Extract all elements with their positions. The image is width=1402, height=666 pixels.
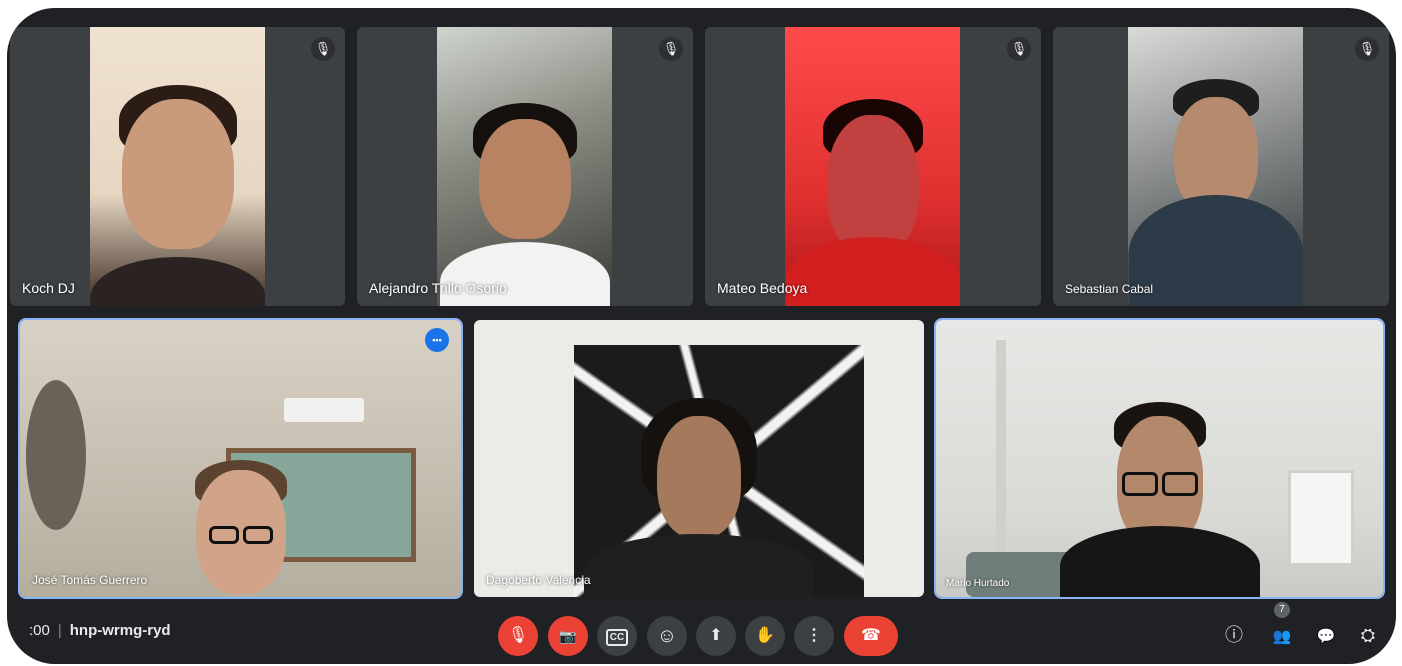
participant-name: Dagoberto Valencia xyxy=(486,573,591,587)
video-feed xyxy=(936,320,1383,597)
present-screen-icon: ⬆ xyxy=(709,627,723,644)
participant-name: Koch DJ xyxy=(22,280,75,296)
meet-window: Koch DJ 🎙 Alejandro Trillo Osorio 🎙 Mate… xyxy=(7,8,1396,664)
meeting-details: :00 | hnp-wrmg-ryd xyxy=(29,622,171,639)
participant-name: Sebastian Cabal xyxy=(1065,282,1154,296)
face xyxy=(121,99,234,249)
hangup-icon: ☎ xyxy=(861,627,881,644)
shoulders xyxy=(785,237,960,306)
mic-off-icon: 🎙 xyxy=(1007,37,1031,61)
participant-name: Mario Hurtado xyxy=(946,578,1010,589)
present-button[interactable]: ⬆ xyxy=(696,616,736,656)
participant-name: Mateo Bedoya xyxy=(717,280,808,296)
video-feed xyxy=(785,27,960,306)
participant-tile-jose[interactable]: José Tomás Guerrero ••• xyxy=(18,318,463,599)
emoji-icon: ☺ xyxy=(656,625,678,647)
chat-button[interactable]: 💬 xyxy=(1313,622,1339,648)
activities-button[interactable]: ⛭ xyxy=(1355,622,1381,648)
glasses xyxy=(1120,472,1200,496)
window xyxy=(1288,470,1354,566)
video-feed xyxy=(20,320,461,597)
captions-icon: CC xyxy=(605,629,629,646)
shoulders xyxy=(90,257,265,306)
video-feed xyxy=(1128,27,1303,306)
face xyxy=(478,119,571,239)
camera-off-icon: 📷 xyxy=(559,628,577,644)
leave-call-button[interactable]: ☎ xyxy=(844,616,898,656)
participant-tile-mateo[interactable]: Mateo Bedoya 🎙 xyxy=(705,27,1041,306)
face xyxy=(826,115,919,255)
participant-tile-sebastian[interactable]: Sebastian Cabal 🎙 xyxy=(1053,27,1389,306)
video-feed xyxy=(90,27,265,306)
mic-off-icon: 🎙 xyxy=(311,37,335,61)
reactions-button[interactable]: ☺ xyxy=(647,616,687,656)
glasses xyxy=(207,526,275,544)
meeting-controls-bar: :00 | hnp-wrmg-ryd 🎙 📷 CC ☺ ⬆ ✋ ⋮ ☎ ⓘ 👥 7 … xyxy=(7,602,1396,664)
participant-tile-alejandro[interactable]: Alejandro Trillo Osorio 🎙 xyxy=(357,27,693,306)
mic-off-icon: 🎙 xyxy=(507,627,529,644)
mic-off-icon: 🎙 xyxy=(659,37,683,61)
air-conditioner xyxy=(284,398,364,422)
people-button[interactable]: 👥 7 xyxy=(1269,602,1295,648)
info-icon: ⓘ xyxy=(1225,625,1243,645)
participant-name: Alejandro Trillo Osorio xyxy=(369,280,507,296)
participant-tile-dagoberto[interactable]: Dagoberto Valencia xyxy=(474,320,924,597)
more-options-button[interactable]: ⋮ xyxy=(794,616,834,656)
meeting-details-button[interactable]: ⓘ xyxy=(1221,622,1247,648)
video-feed xyxy=(474,320,924,597)
face xyxy=(657,416,741,538)
divider: | xyxy=(57,622,62,639)
participant-name: José Tomás Guerrero xyxy=(32,573,148,587)
camera-toggle-button[interactable]: 📷 xyxy=(548,616,588,656)
participant-tile-mario[interactable]: Mario Hurtado xyxy=(934,318,1385,599)
hand-icon: ✋ xyxy=(755,627,775,644)
more-options-icon[interactable]: ••• xyxy=(425,328,449,352)
wall-decoration xyxy=(26,380,86,530)
meeting-code[interactable]: hnp-wrmg-ryd xyxy=(70,622,171,639)
captions-button[interactable]: CC xyxy=(597,616,637,656)
shoulders xyxy=(584,534,814,597)
meeting-time: :00 xyxy=(29,622,50,639)
participant-tile-koch[interactable]: Koch DJ 🎙 xyxy=(10,27,345,306)
shoulders xyxy=(439,242,610,306)
people-icon: 👥 xyxy=(1272,628,1292,645)
shoulders xyxy=(1128,195,1303,306)
mic-toggle-button[interactable]: 🎙 xyxy=(498,616,538,656)
chat-icon: 💬 xyxy=(1316,628,1336,645)
people-count-badge: 7 xyxy=(1274,602,1290,618)
video-feed xyxy=(437,27,612,306)
activities-icon: ⛭ xyxy=(1360,625,1376,645)
raise-hand-button[interactable]: ✋ xyxy=(745,616,785,656)
shoulders xyxy=(1059,526,1260,597)
mic-off-icon: 🎙 xyxy=(1355,37,1379,61)
more-vert-icon: ⋮ xyxy=(806,627,822,644)
